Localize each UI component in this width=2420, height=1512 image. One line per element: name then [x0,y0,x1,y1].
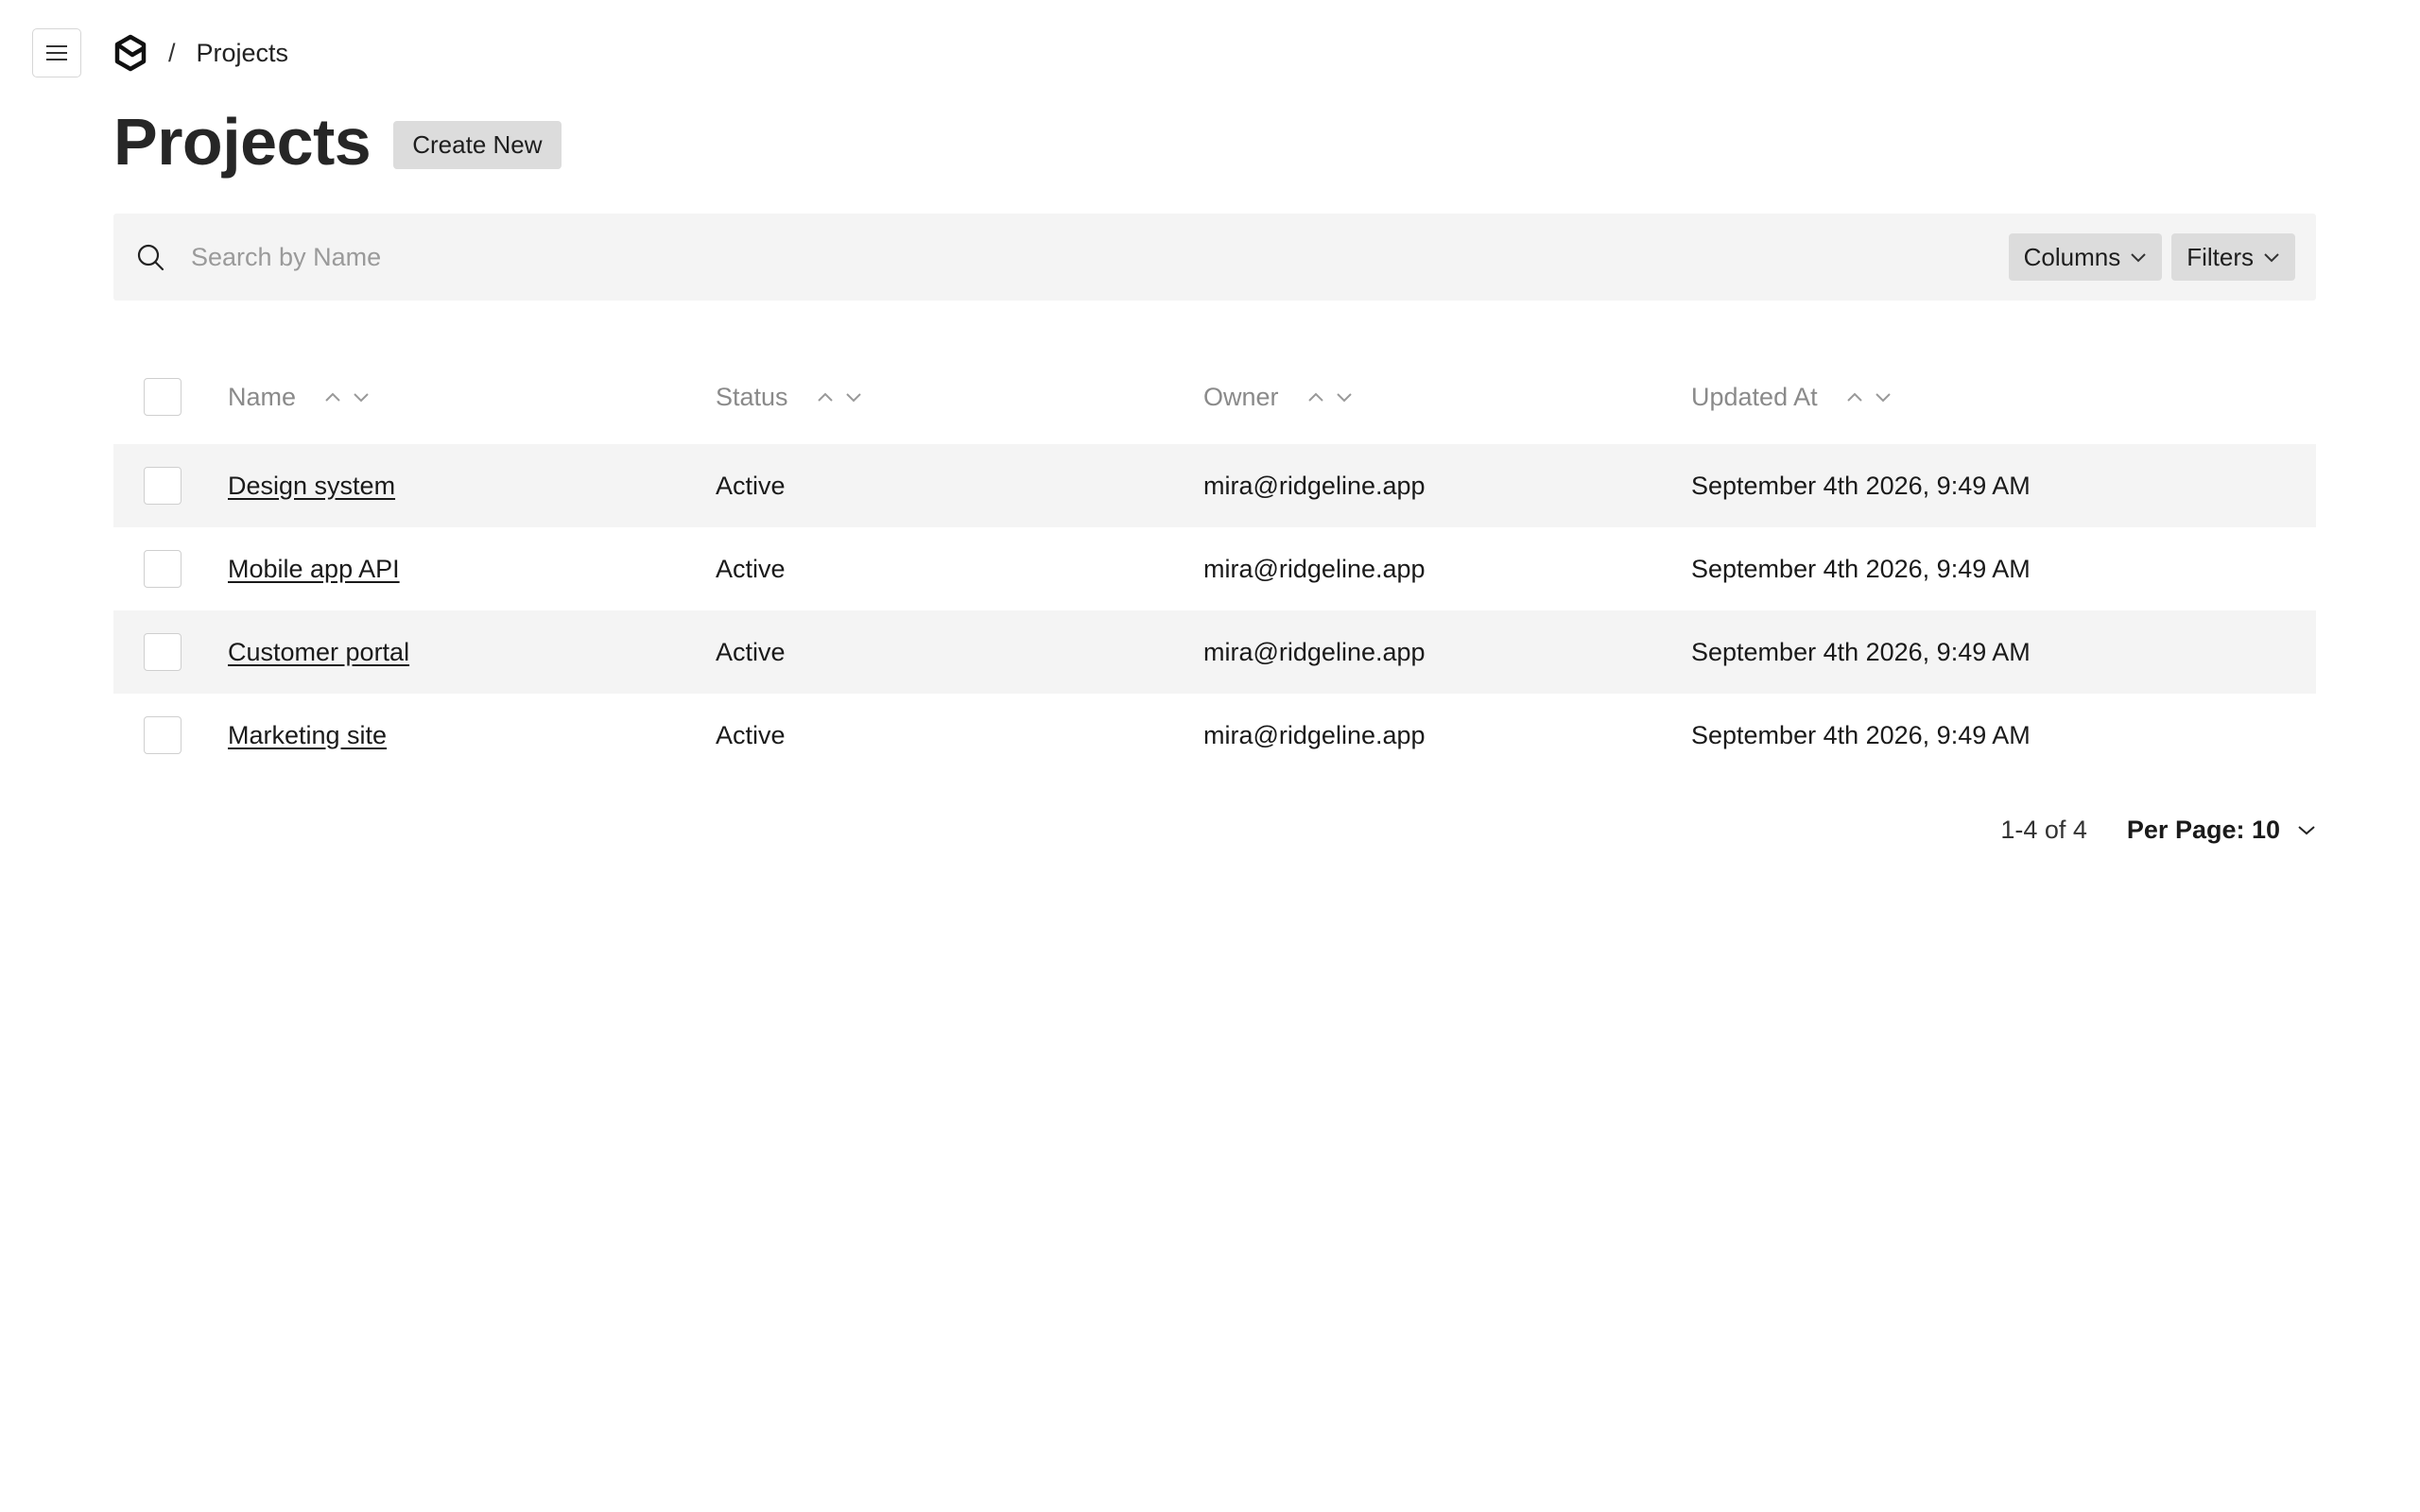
updated-at-cell: September 4th 2026, 9:49 AM [1691,554,2031,583]
sort-ascending-icon[interactable] [1846,391,1863,403]
breadcrumb-current: Projects [196,38,289,67]
sort-controls [1307,391,1353,403]
sort-ascending-icon[interactable] [817,391,834,403]
sort-descending-icon[interactable] [1336,391,1353,403]
sort-descending-icon[interactable] [1875,391,1892,403]
row-checkbox[interactable] [144,467,182,505]
breadcrumb-separator: / [168,38,176,67]
filters-label: Filters [2187,242,2254,271]
menu-icon [46,45,67,60]
sort-controls [1846,391,1892,403]
sort-ascending-icon[interactable] [324,391,341,403]
sort-controls [324,391,370,403]
sort-ascending-icon[interactable] [1307,391,1324,403]
create-new-button[interactable]: Create New [393,120,562,169]
chevron-down-icon [2298,826,2315,835]
column-header-label: Owner [1203,382,1279,411]
pagination: 1-4 of 4 Per Page: 10 [2000,809,2316,850]
pagination-range: 1-4 of 4 [2000,815,2087,844]
row-checkbox[interactable] [144,716,182,754]
status-cell: Active [716,720,786,749]
owner-cell: mira@ridgeline.app [1203,554,1426,583]
status-cell: Active [716,471,786,500]
column-header-status: Status [716,350,862,444]
project-name-link[interactable]: Design system [228,472,395,501]
row-checkbox[interactable] [144,550,182,588]
project-name-link[interactable]: Customer portal [228,638,409,667]
logo-icon[interactable] [113,34,147,72]
status-cell: Active [716,554,786,583]
updated-at-cell: September 4th 2026, 9:49 AM [1691,471,2031,500]
search-input[interactable] [191,229,1999,285]
chevron-down-icon [2131,253,2146,263]
updated-at-cell: September 4th 2026, 9:49 AM [1691,637,2031,666]
column-header-label: Status [716,382,788,411]
row-checkbox[interactable] [144,633,182,671]
per-page-label: Per Page: 10 [2126,815,2280,844]
column-header-label: Name [228,382,297,411]
updated-at-cell: September 4th 2026, 9:49 AM [1691,720,2031,749]
breadcrumb: / Projects [113,32,288,74]
sort-descending-icon[interactable] [845,391,862,403]
owner-cell: mira@ridgeline.app [1203,720,1426,749]
project-name-link[interactable]: Marketing site [228,721,387,750]
owner-cell: mira@ridgeline.app [1203,471,1426,500]
per-page-select[interactable]: Per Page: 10 [2127,816,2316,845]
columns-button[interactable]: Columns [2008,233,2163,281]
column-header-label: Updated At [1691,382,1818,411]
page-header: Projects Create New [113,102,562,181]
chevron-down-icon [2264,253,2279,263]
select-all-checkbox[interactable] [144,378,182,416]
table-toolbar: Columns Filters [113,214,2316,301]
table-row[interactable]: Marketing site Active mira@ridgeline.app… [113,694,2316,777]
columns-label: Columns [2023,242,2121,271]
owner-cell: mira@ridgeline.app [1203,637,1426,666]
projects-table: Name Status Owner Updated At Design syst… [113,350,2316,777]
status-cell: Active [716,637,786,666]
column-header-owner: Owner [1203,350,1353,444]
table-row[interactable]: Design system Active mira@ridgeline.app … [113,444,2316,527]
project-name-link[interactable]: Mobile app API [228,555,400,584]
filters-button[interactable]: Filters [2171,233,2295,281]
sort-controls [817,391,862,403]
page-title: Projects [113,105,372,179]
column-header-name: Name [228,350,370,444]
column-header-updated-at: Updated At [1691,350,1892,444]
table-row[interactable]: Customer portal Active mira@ridgeline.ap… [113,610,2316,694]
table-row[interactable]: Mobile app API Active mira@ridgeline.app… [113,527,2316,610]
menu-button[interactable] [32,28,81,77]
table-header-row: Name Status Owner Updated At [113,350,2316,444]
sort-descending-icon[interactable] [353,391,370,403]
search-icon [134,241,166,273]
